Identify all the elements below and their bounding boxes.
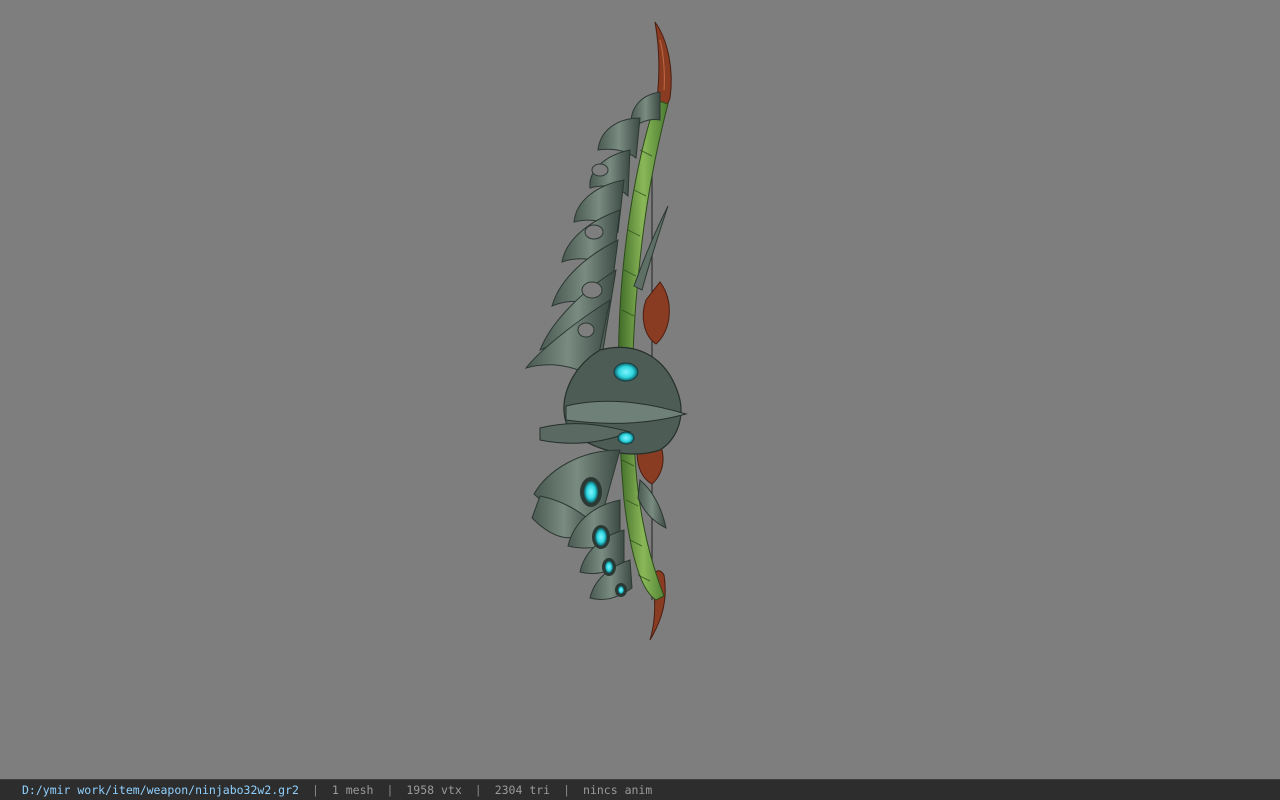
upper-claw [642, 281, 670, 345]
anim-status: nincs anim [583, 783, 653, 797]
separator: | [386, 783, 394, 797]
triangle-count: 2304 tri [494, 783, 551, 797]
mesh-count: 1 mesh [331, 783, 374, 797]
separator: | [311, 783, 319, 797]
separator: | [474, 783, 482, 797]
status-bar: D:/ymir work/item/weapon/ninjabo32w2.gr2… [0, 779, 1280, 800]
grip-gem [613, 362, 639, 382]
vertex-count: 1958 vtx [406, 783, 462, 797]
separator: | [563, 783, 571, 797]
3d-viewport[interactable] [0, 0, 1280, 779]
file-path: D:/ymir work/item/weapon/ninjabo32w2.gr2 [22, 783, 299, 797]
bow-weapon-model [524, 21, 688, 641]
